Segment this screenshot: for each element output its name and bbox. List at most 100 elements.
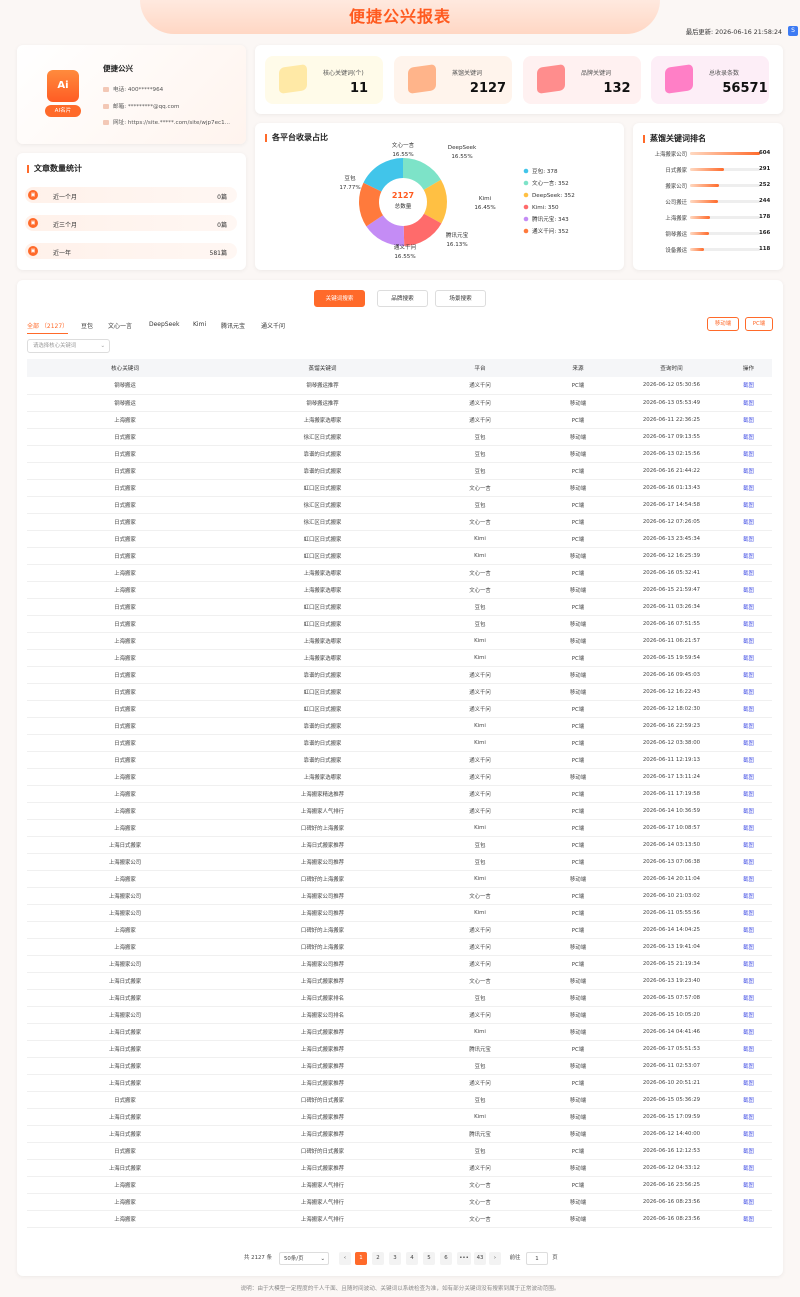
- legend-item[interactable]: 文心一言: 352: [532, 179, 569, 187]
- calendar-icon: ▣: [28, 246, 38, 256]
- screenshot-link[interactable]: 截图: [725, 904, 772, 922]
- rank-label: 上海搬家公司: [654, 152, 687, 158]
- screenshot-link[interactable]: 截图: [725, 785, 772, 803]
- screenshot-link[interactable]: 截图: [725, 615, 772, 633]
- table-cell: 上海搬家公司推荐: [223, 853, 422, 871]
- screenshot-link[interactable]: 截图: [725, 377, 772, 395]
- screenshot-link[interactable]: 截图: [725, 734, 772, 752]
- goto-input[interactable]: 1: [526, 1252, 548, 1265]
- screenshot-link[interactable]: 截图: [725, 649, 772, 667]
- screenshot-link[interactable]: 截图: [725, 1159, 772, 1177]
- screenshot-link[interactable]: 截图: [725, 1193, 772, 1211]
- next-page-button[interactable]: ›: [489, 1252, 501, 1265]
- platform-tab-doubao[interactable]: 豆包: [81, 321, 93, 330]
- core-keyword-select[interactable]: 请选择核心关键词 ⌄: [27, 339, 110, 353]
- screenshot-link[interactable]: 截图: [725, 955, 772, 973]
- tab-scene-search[interactable]: 场景搜索: [435, 290, 486, 307]
- platform-tab-all[interactable]: 全部 （2127）: [27, 321, 69, 334]
- tab-keyword-search[interactable]: 关键词搜索: [314, 290, 365, 307]
- page-button[interactable]: 4: [406, 1252, 418, 1265]
- screenshot-link[interactable]: 截图: [725, 836, 772, 854]
- screenshot-link[interactable]: 截图: [725, 683, 772, 701]
- page-button[interactable]: 5: [423, 1252, 435, 1265]
- screenshot-link[interactable]: 截图: [725, 411, 772, 429]
- website-text[interactable]: 网址: https://site.*****.com/site/wjp7ec1.…: [113, 120, 230, 126]
- screenshot-link[interactable]: 截图: [725, 581, 772, 599]
- screenshot-link[interactable]: 截图: [725, 700, 772, 718]
- table-cell: 徐汇区日式搬家: [223, 428, 422, 446]
- screenshot-link[interactable]: 截图: [725, 870, 772, 888]
- platform-tab-tongyi[interactable]: 通义千问: [261, 321, 285, 330]
- screenshot-link[interactable]: 截图: [725, 1210, 772, 1228]
- screenshot-link[interactable]: 截图: [725, 972, 772, 990]
- screenshot-link[interactable]: 截图: [725, 717, 772, 735]
- legend-item[interactable]: 腾讯元宝: 343: [532, 215, 569, 223]
- platform-tab-deepseek[interactable]: DeepSeek: [149, 321, 179, 328]
- screenshot-link[interactable]: 截图: [725, 513, 772, 531]
- platform-tab-kimi[interactable]: Kimi: [193, 321, 206, 328]
- table-cell: 2026-06-16 07:51:55: [618, 615, 725, 633]
- screenshot-link[interactable]: 截图: [725, 547, 772, 565]
- pc-filter-button[interactable]: PC端: [745, 317, 773, 331]
- page-button[interactable]: 2: [372, 1252, 384, 1265]
- screenshot-link[interactable]: 截图: [725, 462, 772, 480]
- table-cell: 上海搬家: [27, 921, 223, 939]
- chevron-down-icon: ⌄: [320, 1256, 325, 1262]
- screenshot-link[interactable]: 截图: [725, 1040, 772, 1058]
- page-size-select[interactable]: 50条/页 ⌄: [279, 1252, 329, 1265]
- screenshot-link[interactable]: 截图: [725, 1125, 772, 1143]
- screenshot-link[interactable]: 截图: [725, 751, 772, 769]
- screenshot-link[interactable]: 截图: [725, 496, 772, 514]
- table-row: 日式搬家 靠谱的日式搬家 通义千问 移动端 2026-06-16 09:45:03 截图: [27, 666, 772, 684]
- ai-card-button[interactable]: AI名片: [45, 105, 81, 117]
- screenshot-link[interactable]: 截图: [725, 666, 772, 684]
- screenshot-link[interactable]: 截图: [725, 887, 772, 905]
- screenshot-link[interactable]: 截图: [725, 989, 772, 1007]
- screenshot-link[interactable]: 截图: [725, 1176, 772, 1194]
- page-button[interactable]: 1: [355, 1252, 367, 1265]
- screenshot-link[interactable]: 截图: [725, 938, 772, 956]
- page-button[interactable]: 6: [440, 1252, 452, 1265]
- screenshot-link[interactable]: 截图: [725, 1057, 772, 1075]
- screenshot-link[interactable]: 截图: [725, 768, 772, 786]
- screenshot-link[interactable]: 截图: [725, 921, 772, 939]
- table-cell: 上海搬家选哪家: [223, 411, 422, 429]
- table-cell: 上海日式搬家推荐: [223, 972, 422, 990]
- screenshot-link[interactable]: 截图: [725, 394, 772, 412]
- screenshot-link[interactable]: 截图: [725, 1023, 772, 1041]
- legend-item[interactable]: 通义千问: 352: [532, 227, 569, 235]
- page-button[interactable]: •••: [457, 1252, 471, 1265]
- phone-row: 电话: 400*****964: [103, 85, 163, 93]
- legend-item[interactable]: Kimi: 350: [532, 205, 559, 211]
- table-cell: 通义千问: [422, 955, 538, 973]
- screenshot-link[interactable]: 截图: [725, 564, 772, 582]
- platform-tab-yuanbao[interactable]: 腾讯元宝: [221, 321, 245, 330]
- page-button[interactable]: 43: [474, 1252, 486, 1265]
- screenshot-link[interactable]: 截图: [725, 598, 772, 616]
- platform-tab-wenxin[interactable]: 文心一言: [108, 321, 132, 330]
- prev-page-button[interactable]: ‹: [339, 1252, 351, 1265]
- screenshot-link[interactable]: 截图: [725, 1091, 772, 1109]
- legend-item[interactable]: 豆包: 378: [532, 167, 558, 175]
- screenshot-link[interactable]: 截图: [725, 632, 772, 650]
- mobile-filter-button[interactable]: 移动端: [707, 317, 739, 331]
- tab-brand-search[interactable]: 品牌搜索: [377, 290, 428, 307]
- table-cell: PC端: [538, 1074, 618, 1092]
- screenshot-link[interactable]: 截图: [725, 479, 772, 497]
- page-button[interactable]: 3: [389, 1252, 401, 1265]
- screenshot-link[interactable]: 截图: [725, 1142, 772, 1160]
- stat-total-records: 总收录条数 56571: [651, 56, 769, 104]
- legend-item[interactable]: DeepSeek: 352: [532, 193, 575, 199]
- screenshot-link[interactable]: 截图: [725, 428, 772, 446]
- screenshot-link[interactable]: 截图: [725, 1108, 772, 1126]
- screenshot-link[interactable]: 截图: [725, 530, 772, 548]
- screenshot-link[interactable]: 截图: [725, 819, 772, 837]
- screenshot-link[interactable]: 截图: [725, 853, 772, 871]
- screenshot-link[interactable]: 截图: [725, 802, 772, 820]
- screenshot-link[interactable]: 截图: [725, 1074, 772, 1092]
- table-cell: 上海搬家公司: [27, 904, 223, 922]
- table-row: 日式搬家 虹口区日式搬家 通义千问 PC端 2026-06-12 18:02:30 截图: [27, 700, 772, 718]
- screenshot-link[interactable]: 截图: [725, 1006, 772, 1024]
- screenshot-link[interactable]: 截图: [725, 445, 772, 463]
- app-icon[interactable]: S: [788, 26, 798, 36]
